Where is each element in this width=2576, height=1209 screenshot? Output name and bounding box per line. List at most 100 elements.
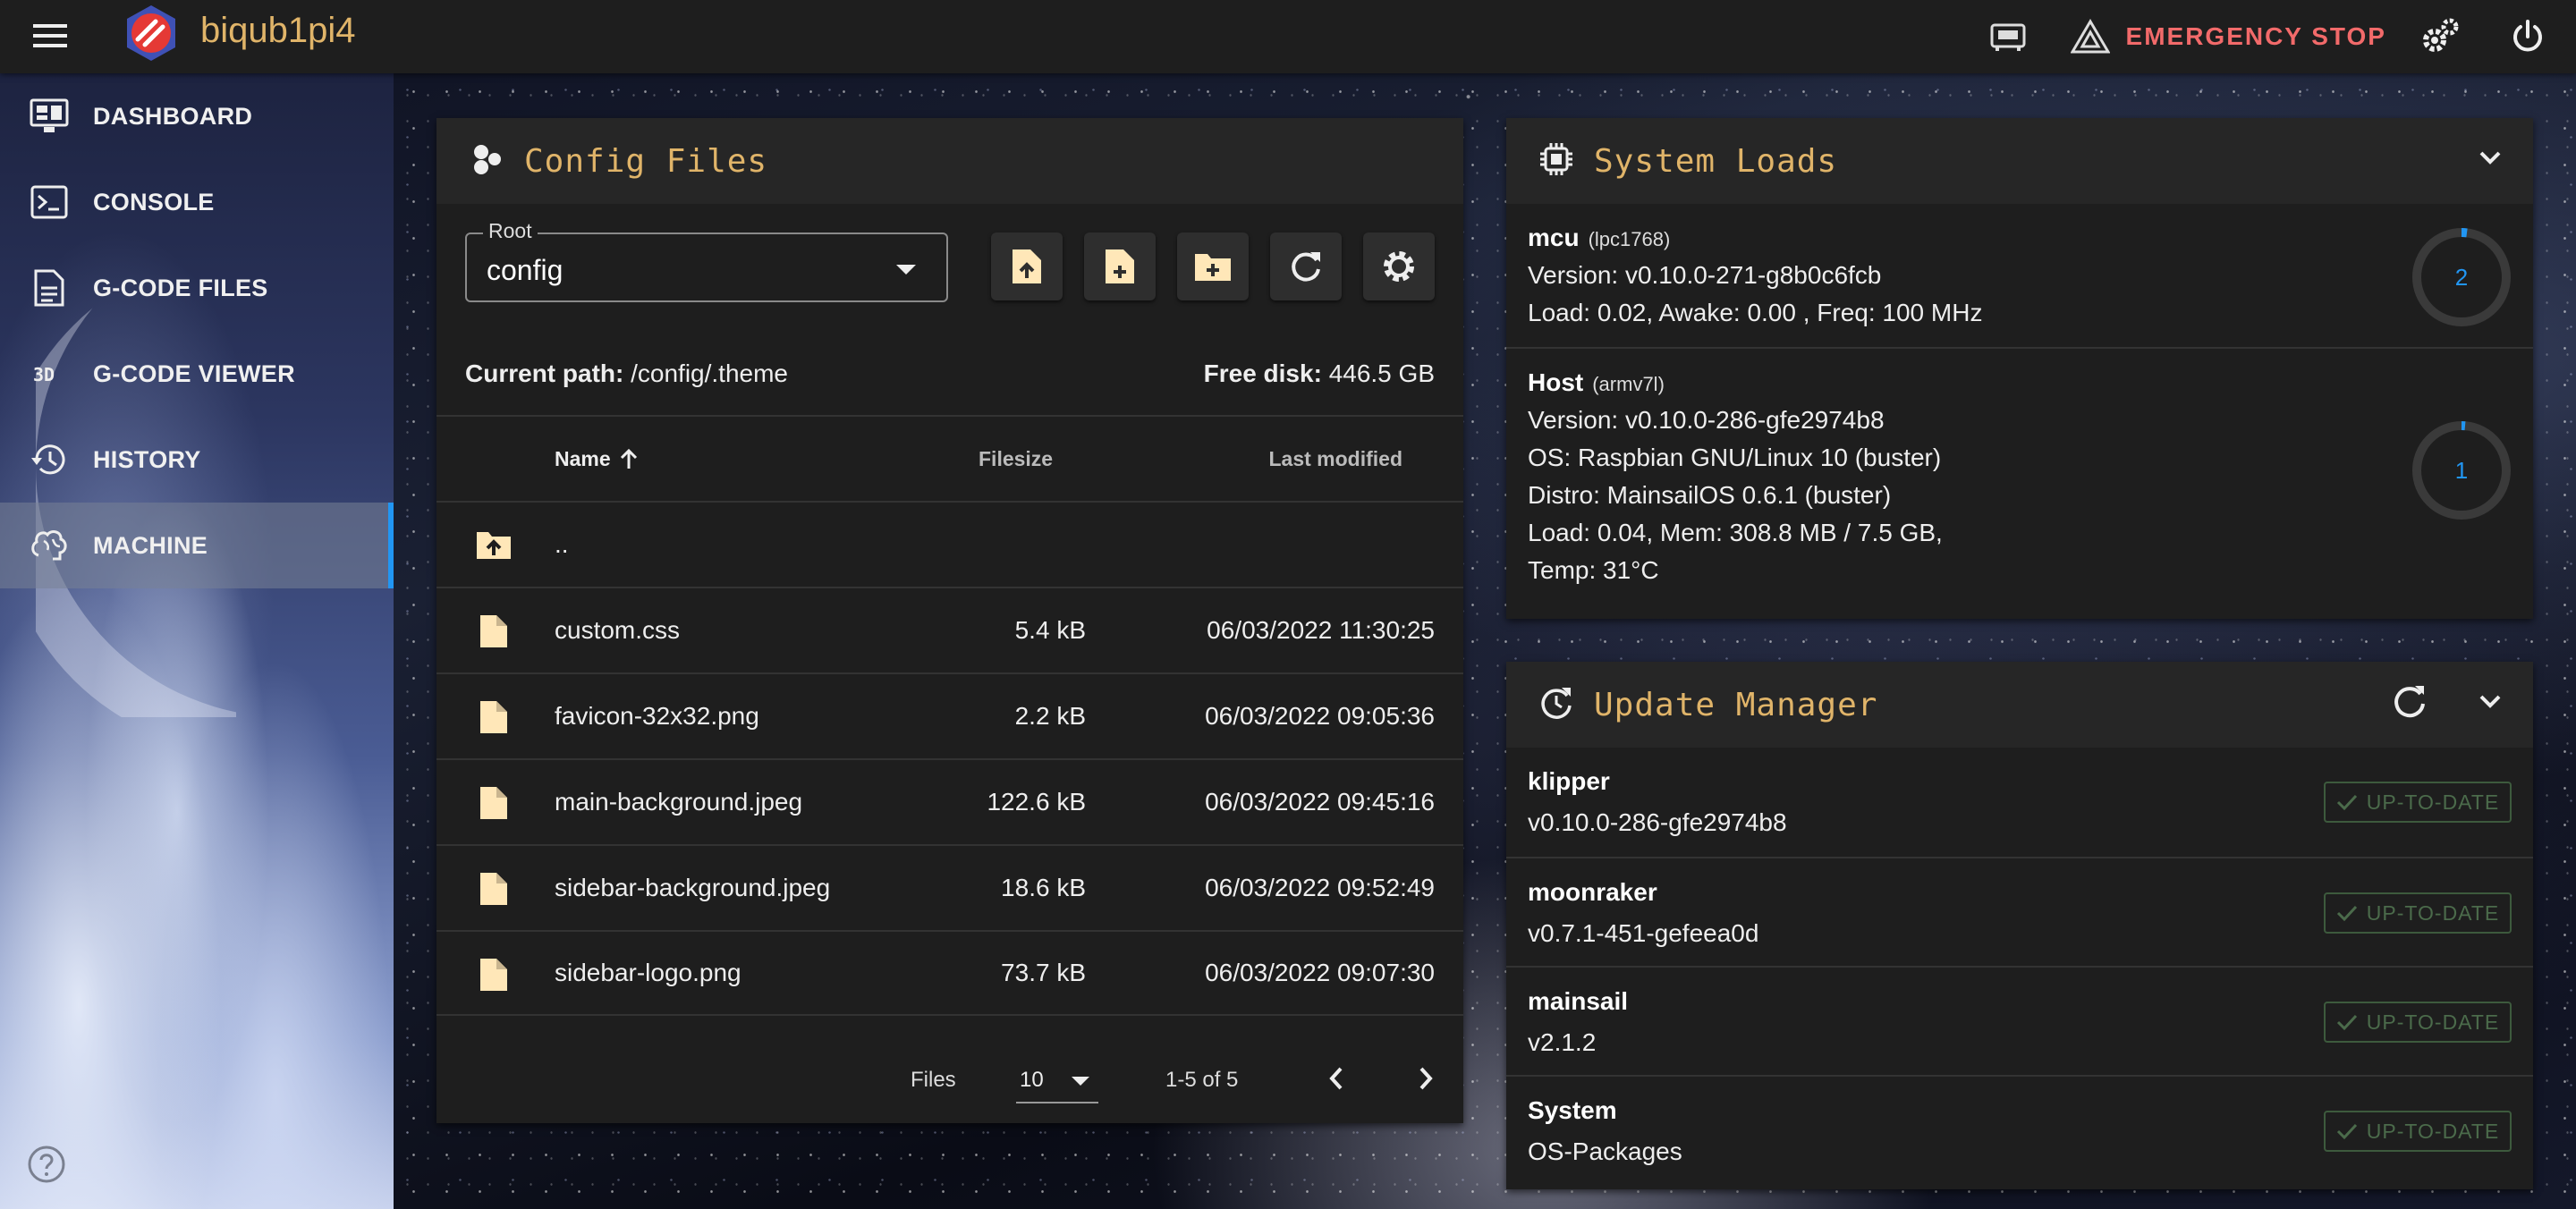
host-row: Host (armv7l) Version: v0.10.0-286-gfe297… [1506, 347, 2533, 604]
sidebar-item-history[interactable]: HISTORY [0, 417, 394, 503]
file-name: sidebar-background.jpeg [555, 874, 831, 901]
check-icon [2336, 794, 2357, 811]
rows-per-page-label: Files [911, 1068, 956, 1092]
file-name: favicon-32x32.png [555, 702, 759, 730]
monitor-dashboard-icon [27, 94, 72, 139]
previous-page-button[interactable] [1317, 1059, 1356, 1098]
collapse-chevron-icon[interactable] [2472, 140, 2508, 180]
collapse-chevron-icon[interactable] [2472, 683, 2508, 723]
column-header-name[interactable]: Name [555, 447, 640, 471]
settings-cogs-icon[interactable] [2413, 10, 2467, 63]
host-os: OS: Raspbian GNU/Linux 10 (buster) [1528, 444, 1942, 471]
refresh-updates-icon[interactable] [2392, 683, 2428, 723]
host-version: Version: v0.10.0-286-gfe2974b8 [1528, 406, 1885, 434]
current-path: Current path: /config/.theme [465, 359, 788, 388]
file-size: 5.4 kB [1014, 616, 1086, 644]
app-logo[interactable] [122, 4, 181, 63]
column-header-filesize[interactable]: Filesize [979, 447, 1053, 471]
up-to-date-button[interactable]: UP-TO-DATE [2324, 782, 2512, 823]
sidebar-item-console[interactable]: CONSOLE [0, 159, 394, 245]
update-row-klipper: klipper v0.10.0-286-gfe2974b8 UP-TO-DATE [1506, 748, 2533, 857]
current-path-label: Current path: [465, 359, 624, 387]
up-to-date-button[interactable]: UP-TO-DATE [2324, 1002, 2512, 1043]
gear-icon [1384, 251, 1414, 282]
table-pagination: Files 10 1-5 of 5 [436, 1053, 1463, 1107]
free-disk-value: 446.5 GB [1328, 359, 1435, 387]
chip-icon [1538, 141, 1574, 182]
file-name: custom.css [555, 616, 681, 644]
file-document-icon [27, 266, 72, 310]
file-modified: 06/03/2022 09:05:36 [1205, 702, 1435, 730]
file-icon [474, 785, 513, 821]
sidebar-item-label: G-CODE FILES [93, 274, 268, 301]
upload-file-button[interactable] [991, 232, 1063, 300]
root-select[interactable]: Root config [465, 219, 948, 302]
sidebar-item-gcode-files[interactable]: G-CODE FILES [0, 245, 394, 331]
emergency-stop-label: EMERGENCY STOP [2125, 22, 2386, 50]
up-to-date-button[interactable]: UP-TO-DATE [2324, 892, 2512, 934]
file-cog-icon [469, 141, 504, 182]
rows-per-page-select[interactable]: 10 [1016, 1059, 1098, 1103]
update-row-system: System OS-Packages UP-TO-DATE [1506, 1075, 2533, 1184]
emergency-stop-button[interactable]: EMERGENCY STOP [2070, 19, 2386, 55]
file-size: 18.6 kB [1001, 874, 1086, 901]
parent-dir-name: .. [555, 530, 569, 558]
mcu-gauge-value: 2 [2454, 263, 2469, 291]
chevron-right-icon [1419, 1067, 1433, 1090]
menu-icon[interactable] [27, 16, 73, 55]
path-row: Current path: /config/.theme Free disk: … [465, 359, 1435, 388]
upload-firmware-icon[interactable] [1981, 10, 2035, 63]
refresh-icon [1292, 252, 1320, 282]
system-loads-header: System Loads [1506, 118, 2533, 204]
chevron-down-icon [1072, 1077, 1089, 1086]
sidebar-item-label: HISTORY [93, 445, 201, 473]
help-icon[interactable] [27, 1145, 72, 1189]
sidebar-item-machine[interactable]: MACHINE [0, 503, 394, 588]
system-loads-panel: System Loads mcu (lpc1768) Version: v0.10… [1506, 118, 2533, 619]
column-header-last-modified[interactable]: Last modified [1268, 447, 1402, 471]
root-select-value: config [487, 254, 564, 286]
host-name: Host [1528, 368, 1584, 396]
host-arch: (armv7l) [1592, 373, 1665, 395]
table-row-parent-dir[interactable]: .. [436, 501, 1463, 587]
panel-title: Config Files [524, 142, 768, 180]
panel-title: System Loads [1594, 142, 1838, 180]
sidebar-item-dashboard[interactable]: DASHBOARD [0, 73, 394, 159]
host-distro: Distro: MainsailOS 0.6.1 (buster) [1528, 481, 1892, 509]
update-row-mainsail: mainsail v2.1.2 UP-TO-DATE [1506, 966, 2533, 1075]
mcu-version: Version: v0.10.0-271-g8b0c6fcb [1528, 261, 1882, 289]
alert-triangle-icon [2070, 19, 2110, 54]
table-row[interactable]: favicon-32x32.png 2.2 kB 06/03/2022 09:0… [436, 672, 1463, 758]
mcu-load: Load: 0.02, Awake: 0.00 , Freq: 100 MHz [1528, 299, 1983, 326]
app-title: biqub1pi4 [200, 11, 356, 50]
sidebar-item-label: DASHBOARD [93, 102, 253, 130]
power-icon[interactable] [2501, 10, 2555, 63]
settings-button[interactable] [1363, 232, 1435, 300]
sidebar: DASHBOARD CONSOLE G-CODE FILES 3D G-CODE… [0, 73, 394, 1209]
mcu-row: mcu (lpc1768) Version: v0.10.0-271-g8b0c6… [1506, 204, 2533, 347]
table-row[interactable]: sidebar-background.jpeg 18.6 kB 06/03/20… [436, 844, 1463, 930]
create-folder-button[interactable] [1177, 232, 1249, 300]
update-manager-header: Update Manager [1506, 662, 2533, 748]
update-row-moonraker: moonraker v0.7.1-451-gefeea0d UP-TO-DATE [1506, 857, 2533, 966]
free-disk: Free disk: 446.5 GB [1204, 359, 1435, 388]
sidebar-item-label: CONSOLE [93, 188, 215, 216]
update-manager-panel: Update Manager klipper v0.10.0-286-gfe29… [1506, 662, 2533, 1189]
next-page-button[interactable] [1406, 1059, 1445, 1098]
panel-title: Update Manager [1594, 686, 1878, 723]
host-gauge-value: 1 [2454, 456, 2469, 484]
create-file-button[interactable] [1084, 232, 1156, 300]
up-to-date-button[interactable]: UP-TO-DATE [2324, 1111, 2512, 1152]
root-select-label: Root [483, 219, 538, 243]
sidebar-item-gcode-viewer[interactable]: 3D G-CODE VIEWER [0, 331, 394, 417]
table-row[interactable]: main-background.jpeg 122.6 kB 06/03/2022… [436, 758, 1463, 844]
file-icon [474, 699, 513, 735]
console-icon [27, 180, 72, 224]
refresh-button[interactable] [1270, 232, 1342, 300]
file-icon [474, 871, 513, 907]
file-icon [474, 613, 513, 649]
arrow-up-icon [620, 448, 637, 469]
table-row[interactable]: custom.css 5.4 kB 06/03/2022 11:30:25 [436, 587, 1463, 672]
file-name: sidebar-logo.png [555, 959, 741, 986]
table-row[interactable]: sidebar-logo.png 73.7 kB 06/03/2022 09:0… [436, 930, 1463, 1016]
